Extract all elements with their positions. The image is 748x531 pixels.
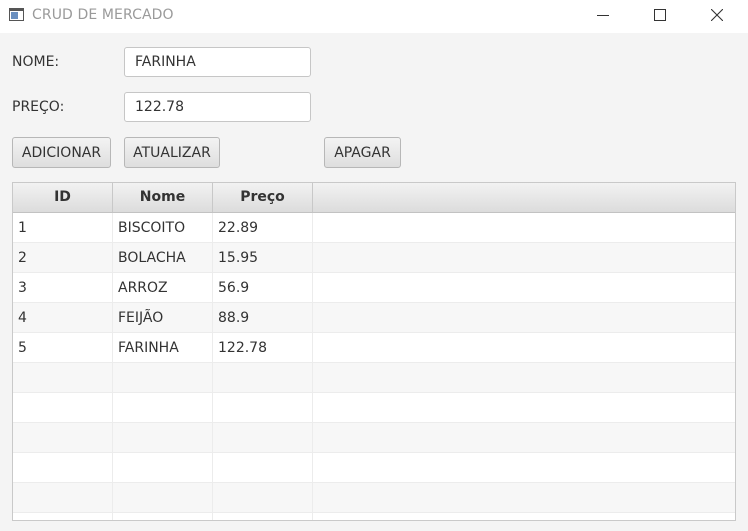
cell-nome: FEIJÃO bbox=[118, 310, 164, 326]
maximize-button[interactable] bbox=[637, 0, 683, 33]
preco-input[interactable] bbox=[124, 92, 311, 122]
column-header-id[interactable]: ID bbox=[13, 183, 113, 212]
products-table[interactable]: ID Nome Preço 1 BISCOITO 22.89 2 BOLACHA… bbox=[12, 182, 736, 521]
cell-id: 2 bbox=[18, 250, 27, 266]
table-row[interactable]: 5 FARINHA 122.78 bbox=[13, 333, 735, 363]
row-divider bbox=[13, 392, 735, 393]
cell-preco: 56.9 bbox=[218, 280, 250, 296]
table-header: ID Nome Preço bbox=[13, 183, 735, 213]
close-icon bbox=[711, 9, 723, 21]
cell-id: 3 bbox=[18, 280, 27, 296]
table-row[interactable]: 2 BOLACHA 15.95 bbox=[13, 243, 735, 273]
maximize-icon bbox=[654, 9, 666, 21]
table-row[interactable]: 3 ARROZ 56.9 bbox=[13, 273, 735, 303]
column-divider bbox=[112, 213, 113, 520]
cell-preco: 122.78 bbox=[218, 340, 267, 356]
empty-row bbox=[13, 393, 735, 423]
row-divider bbox=[13, 512, 735, 513]
row-divider bbox=[13, 302, 735, 303]
apagar-button[interactable]: APAGAR bbox=[324, 137, 401, 168]
column-divider bbox=[212, 213, 213, 520]
empty-row bbox=[13, 423, 735, 453]
cell-nome: BOLACHA bbox=[118, 250, 186, 266]
row-divider bbox=[13, 422, 735, 423]
row-divider bbox=[13, 272, 735, 273]
cell-id: 4 bbox=[18, 310, 27, 326]
table-row[interactable]: 1 BISCOITO 22.89 bbox=[13, 213, 735, 243]
empty-row bbox=[13, 363, 735, 393]
empty-row bbox=[13, 483, 735, 513]
cell-id: 5 bbox=[18, 340, 27, 356]
row-divider bbox=[13, 332, 735, 333]
column-divider bbox=[312, 213, 313, 520]
cell-nome: ARROZ bbox=[118, 280, 168, 296]
window-title: CRUD DE MERCADO bbox=[32, 7, 174, 23]
empty-row bbox=[13, 453, 735, 483]
app-window-icon bbox=[9, 8, 24, 21]
title-bar: CRUD DE MERCADO bbox=[0, 0, 748, 33]
row-divider bbox=[13, 482, 735, 483]
cell-preco: 15.95 bbox=[218, 250, 259, 266]
nome-label: NOME: bbox=[12, 54, 60, 70]
empty-row bbox=[13, 513, 735, 520]
atualizar-button[interactable]: ATUALIZAR bbox=[124, 137, 220, 168]
minimize-button[interactable] bbox=[580, 0, 626, 33]
row-divider bbox=[13, 452, 735, 453]
column-header-preco[interactable]: Preço bbox=[213, 183, 313, 212]
cell-nome: BISCOITO bbox=[118, 220, 186, 236]
cell-id: 1 bbox=[18, 220, 27, 236]
column-header-nome[interactable]: Nome bbox=[113, 183, 213, 212]
preco-label: PREÇO: bbox=[12, 99, 65, 115]
row-divider bbox=[13, 242, 735, 243]
nome-input[interactable] bbox=[124, 47, 311, 77]
minimize-icon bbox=[597, 15, 609, 16]
adicionar-button[interactable]: ADICIONAR bbox=[12, 137, 111, 168]
close-button[interactable] bbox=[694, 0, 740, 33]
cell-preco: 22.89 bbox=[218, 220, 259, 236]
row-divider bbox=[13, 362, 735, 363]
cell-nome: FARINHA bbox=[118, 340, 179, 356]
cell-preco: 88.9 bbox=[218, 310, 250, 326]
table-row[interactable]: 4 FEIJÃO 88.9 bbox=[13, 303, 735, 333]
table-body: 1 BISCOITO 22.89 2 BOLACHA 15.95 3 ARROZ… bbox=[13, 213, 735, 520]
